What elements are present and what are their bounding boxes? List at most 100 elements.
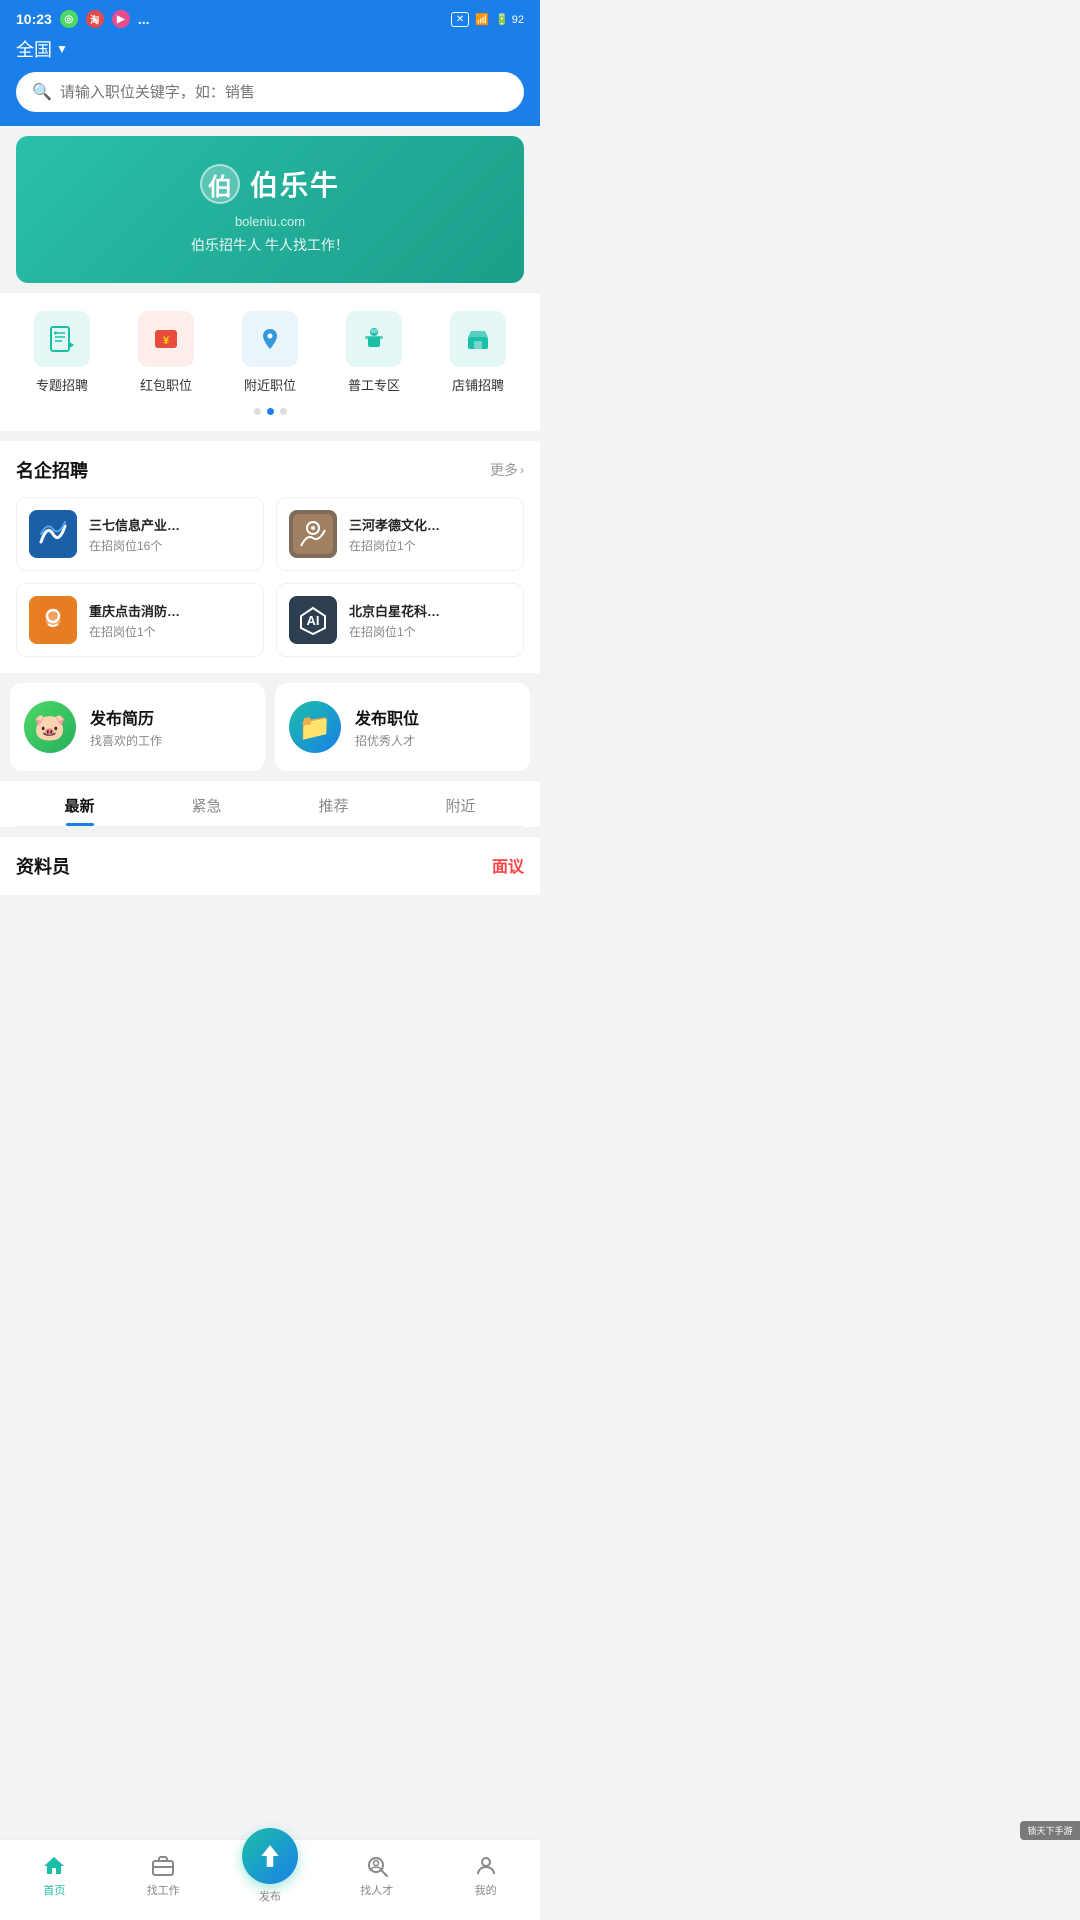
svg-text:AI: AI [307, 613, 320, 628]
publish-job-text: 发布职位 招优秀人才 [355, 705, 419, 749]
quick-label-0: 专题招聘 [36, 375, 88, 394]
publish-section: 🐷 发布简历 找喜欢的工作 📁 发布职位 招优秀人才 [0, 683, 540, 771]
more-arrow-icon: › [520, 463, 524, 477]
watermark: 锁天下手游 [1020, 1821, 1080, 1840]
nav-profile-label: 我的 [475, 1882, 497, 1898]
banner-logo-icon: 伯 [200, 164, 240, 204]
company-info-3: 北京白星花科… 在招岗位1个 [349, 601, 511, 640]
nav-publish[interactable]: 发布 [242, 1828, 298, 1904]
publish-resume-sub: 找喜欢的工作 [90, 732, 162, 749]
job-tabs: 最新 紧急 推荐 附近 [16, 781, 524, 827]
publish-job-title: 发布职位 [355, 705, 419, 729]
svg-text:¥: ¥ [163, 335, 170, 347]
pagination-dots [0, 408, 540, 423]
nav-find-job[interactable]: 找工作 [133, 1854, 193, 1898]
company-item-1[interactable]: 三河孝德文化… 在招岗位1个 [276, 497, 524, 571]
publish-job-sub: 招优秀人才 [355, 732, 419, 749]
search-bar[interactable]: 🔍 [16, 72, 524, 112]
quick-icons-row: 专题招聘 ¥ 红包职位 附近职位 普工专区 店铺招聘 [0, 311, 540, 394]
battery-icon: 🔋 92 [495, 13, 524, 26]
tab-nearby[interactable]: 附近 [397, 781, 524, 826]
dot-1 [267, 408, 274, 415]
nav-find-talent[interactable]: 找人才 [347, 1854, 407, 1898]
publish-job-card[interactable]: 📁 发布职位 招优秀人才 [275, 683, 530, 771]
nav-find-job-label: 找工作 [147, 1882, 180, 1898]
tab-recommend[interactable]: 推荐 [270, 781, 397, 826]
quick-label-1: 红包职位 [140, 375, 192, 394]
famous-companies-section: 名企招聘 更多 › 三七信息产业… 在招岗位16个 [0, 441, 540, 673]
company-item-2[interactable]: 重庆点击消防… 在招岗位1个 [16, 583, 264, 657]
company-jobs-3: 在招岗位1个 [349, 623, 511, 640]
nav-profile[interactable]: 我的 [456, 1854, 516, 1898]
dot-2 [280, 408, 287, 415]
quick-label-4: 店铺招聘 [452, 375, 504, 394]
search-icon: 🔍 [32, 82, 52, 102]
company-item-0[interactable]: 三七信息产业… 在招岗位16个 [16, 497, 264, 571]
quick-item-2[interactable]: 附近职位 [242, 311, 298, 394]
profile-icon [474, 1854, 498, 1878]
publish-resume-text: 发布简历 找喜欢的工作 [90, 705, 162, 749]
company-jobs-1: 在招岗位1个 [349, 537, 511, 554]
publish-job-icon: 📁 [289, 701, 341, 753]
company-jobs-0: 在招岗位16个 [89, 537, 251, 554]
dot-0 [254, 408, 261, 415]
nav-publish-label: 发布 [259, 1888, 281, 1904]
quick-icon-hongbao: ¥ [138, 311, 194, 367]
quick-label-3: 普工专区 [348, 375, 400, 394]
publish-resume-card[interactable]: 🐷 发布简历 找喜欢的工作 [10, 683, 265, 771]
company-name-3: 北京白星花科… [349, 601, 511, 620]
company-logo-1 [289, 510, 337, 558]
banner: 伯 伯乐牛 boleniu.com 伯乐招牛人 牛人找工作！ [16, 136, 524, 283]
nav-home[interactable]: 首页 [24, 1854, 84, 1898]
location-text: 全国 [16, 36, 52, 62]
publish-fab-circle [242, 1828, 298, 1884]
banner-slogan: 伯乐招牛人 牛人找工作！ [191, 235, 349, 255]
section-title: 名企招聘 [16, 457, 88, 483]
job-salary: 面议 [492, 853, 524, 877]
time: 10:23 [16, 11, 52, 27]
banner-logo-text: 伯乐牛 [250, 164, 340, 204]
status-left: 10:23 ◎ 淘 ▶ ... [16, 10, 149, 28]
quick-item-1[interactable]: ¥ 红包职位 [138, 311, 194, 394]
quick-item-4[interactable]: 店铺招聘 [450, 311, 506, 394]
home-icon [42, 1854, 66, 1878]
location-dropdown-icon: ▼ [56, 42, 68, 56]
company-info-1: 三河孝德文化… 在招岗位1个 [349, 515, 511, 554]
quick-item-0[interactable]: 专题招聘 [34, 311, 90, 394]
nav-home-label: 首页 [43, 1882, 65, 1898]
quick-item-3[interactable]: 普工专区 [346, 311, 402, 394]
more-link[interactable]: 更多 › [490, 460, 524, 480]
job-title: 资料员 [16, 853, 70, 879]
briefcase-icon [151, 1854, 175, 1878]
search-people-icon [365, 1854, 389, 1878]
job-preview-card[interactable]: 资料员 面议 [0, 837, 540, 895]
tab-urgent[interactable]: 紧急 [143, 781, 270, 826]
app-icon-3: ▶ [112, 10, 130, 28]
company-name-1: 三河孝德文化… [349, 515, 511, 534]
quick-icon-shangpu [450, 311, 506, 367]
tab-latest[interactable]: 最新 [16, 781, 143, 826]
location-bar[interactable]: 全国 ▼ [16, 36, 524, 62]
search-input[interactable] [60, 84, 508, 101]
company-logo-3: AI [289, 596, 337, 644]
company-item-3[interactable]: AI 北京白星花科… 在招岗位1个 [276, 583, 524, 657]
company-info-0: 三七信息产业… 在招岗位16个 [89, 515, 251, 554]
quick-icon-pugong [346, 311, 402, 367]
notification-dots: ... [138, 11, 150, 27]
company-jobs-2: 在招岗位1个 [89, 623, 251, 640]
section-header: 名企招聘 更多 › [16, 457, 524, 483]
quick-icons-section: 专题招聘 ¥ 红包职位 附近职位 普工专区 店铺招聘 [0, 293, 540, 431]
company-grid: 三七信息产业… 在招岗位16个 三河孝德文化… 在招岗位1个 [16, 497, 524, 657]
company-logo-2 [29, 596, 77, 644]
banner-logo: 伯 伯乐牛 [200, 164, 340, 204]
bottom-nav: 首页 找工作 发布 找人才 我的 [0, 1839, 540, 1920]
company-name-2: 重庆点击消防… [89, 601, 251, 620]
tabs-section: 最新 紧急 推荐 附近 [0, 781, 540, 827]
wifi-icon: 📶 [475, 13, 489, 26]
quick-icon-fujin [242, 311, 298, 367]
app-icon-1: ◎ [60, 10, 78, 28]
nav-find-talent-label: 找人才 [360, 1882, 393, 1898]
publish-resume-title: 发布简历 [90, 705, 162, 729]
status-right: ✕ 📶 🔋 92 [451, 12, 524, 27]
header: 全国 ▼ 🔍 [0, 36, 540, 126]
